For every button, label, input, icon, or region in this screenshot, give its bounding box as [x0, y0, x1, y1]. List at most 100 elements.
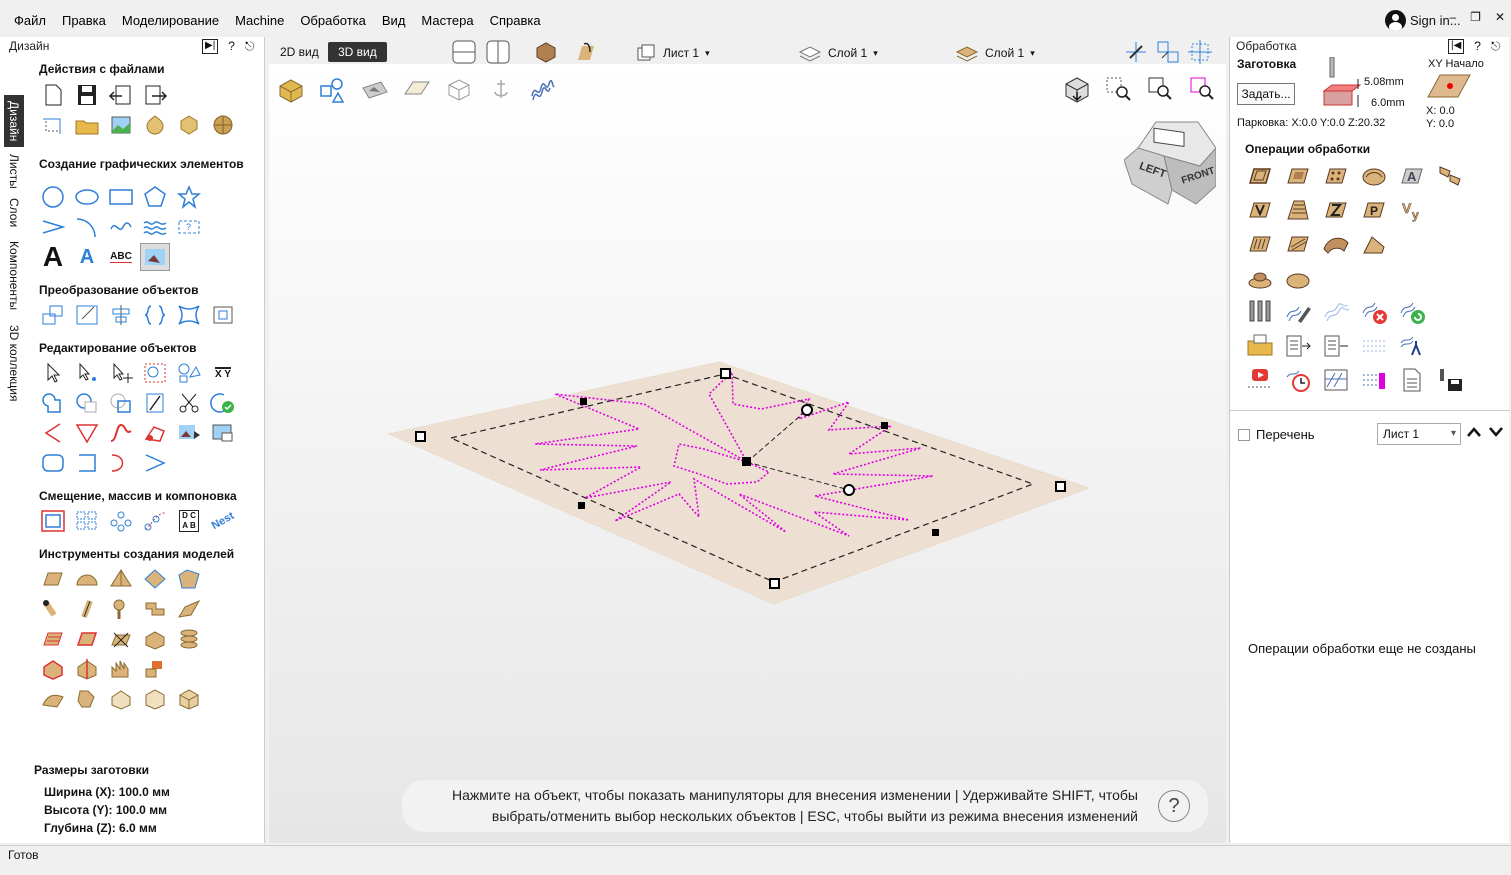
pin-icon[interactable]: ⎋ [1491, 39, 1501, 54]
circular-array-icon[interactable] [106, 507, 136, 535]
move-down-icon[interactable] [1488, 425, 1504, 442]
handle-corner[interactable] [769, 578, 780, 589]
export-icon[interactable] [140, 81, 170, 109]
save-icon[interactable] [72, 81, 102, 109]
component-icon[interactable] [140, 625, 170, 653]
sweep-icon[interactable] [72, 595, 102, 623]
offset-icon[interactable] [38, 507, 68, 535]
new-file-icon[interactable] [38, 81, 68, 109]
label-icon[interactable]: D C A B [174, 507, 204, 535]
array-icon[interactable] [72, 507, 102, 535]
tab-3d-view[interactable]: 3D вид [328, 42, 387, 62]
toolpath-template-icon[interactable] [1320, 297, 1352, 327]
mirror-icon[interactable] [140, 301, 170, 329]
menu-machine[interactable]: Machine [227, 8, 292, 34]
split-horizontal-icon[interactable] [452, 40, 476, 67]
collapse-icon[interactable]: ▶| [202, 39, 219, 54]
intersect-icon[interactable] [106, 389, 136, 417]
cube-model-icon[interactable] [140, 685, 170, 713]
3d-scene[interactable] [269, 64, 1226, 764]
create-prism-icon[interactable] [140, 565, 170, 593]
minimize-icon[interactable]: – [1449, 10, 1456, 24]
handle-edge[interactable] [580, 398, 587, 405]
3d-viewport[interactable]: LEFT FRONT Нажмите на объект, чтобы пока… [269, 64, 1226, 843]
chevron-icon[interactable] [140, 449, 170, 477]
create-pyramid-icon[interactable] [106, 565, 136, 593]
menu-help[interactable]: Справка [482, 8, 549, 34]
align-icon[interactable] [106, 301, 136, 329]
star-icon[interactable] [174, 183, 204, 211]
curve-icon[interactable] [106, 213, 136, 241]
guide-icon[interactable] [1188, 40, 1212, 67]
vcarve-text-icon[interactable]: A [1396, 161, 1428, 191]
preview-toolpath-icon[interactable] [1244, 365, 1276, 395]
tab-components[interactable]: Компоненты [4, 235, 24, 317]
flame-icon[interactable] [106, 655, 136, 683]
snap-icon[interactable] [1124, 40, 1148, 67]
help-icon[interactable]: ? [1474, 39, 1481, 54]
set-stock-button[interactable]: Задать... [1237, 83, 1295, 105]
polygon-icon[interactable] [140, 183, 170, 211]
wave-icon[interactable] [140, 213, 170, 241]
profile-toolpath-icon[interactable] [1244, 161, 1276, 191]
weld-icon[interactable] [38, 389, 68, 417]
transform-select-icon[interactable] [106, 359, 136, 387]
edit-toolpath-icon[interactable] [1282, 297, 1314, 327]
merge-toolpaths-icon[interactable] [1282, 331, 1314, 361]
menu-view[interactable]: Вид [374, 8, 414, 34]
3d-finish-icon[interactable] [1244, 263, 1276, 293]
menu-file[interactable]: Файл [6, 8, 54, 34]
layer-dropdown-1[interactable]: Слой 1 ▾ [798, 44, 878, 62]
menu-edit[interactable]: Правка [54, 8, 114, 34]
menu-toolpaths[interactable]: Обработка [292, 8, 374, 34]
scale-icon[interactable] [72, 301, 102, 329]
tool-database-icon[interactable] [1244, 297, 1276, 327]
emboss-icon[interactable] [38, 655, 68, 683]
text-on-curve-icon[interactable]: ABC [106, 243, 136, 271]
menu-modeling[interactable]: Моделирование [114, 8, 227, 34]
image-edit-icon[interactable] [208, 419, 238, 447]
pin-icon[interactable]: ⎋ [245, 39, 255, 54]
fillet-icon[interactable] [38, 419, 68, 447]
sculpt-icon[interactable] [174, 595, 204, 623]
image-trace-icon[interactable] [140, 243, 170, 271]
import-component-icon[interactable] [174, 111, 204, 139]
toolpath-time-icon[interactable] [1282, 365, 1314, 395]
handle-rotate[interactable] [843, 484, 855, 496]
text-icon[interactable]: A [38, 241, 68, 272]
create-dome-icon[interactable] [72, 565, 102, 593]
handle-corner[interactable] [1055, 481, 1066, 492]
vector-texture-icon[interactable] [174, 419, 204, 447]
handle-edge[interactable] [578, 502, 585, 509]
tab-design[interactable]: Дизайн [4, 95, 24, 147]
extend-icon[interactable] [106, 449, 136, 477]
open-templates-icon[interactable] [1244, 331, 1276, 361]
create-bevel-icon[interactable] [174, 565, 204, 593]
toolpath-merge-icon[interactable] [1396, 331, 1428, 361]
nest-toolpaths-icon[interactable] [1320, 365, 1352, 395]
pocket-toolpath-icon[interactable] [1282, 161, 1314, 191]
handle-corner[interactable] [415, 431, 426, 442]
3d-rough-icon[interactable] [1358, 229, 1390, 259]
drilling-toolpath-icon[interactable] [1320, 161, 1352, 191]
handle-rotate[interactable] [801, 404, 813, 416]
two-rail-icon[interactable] [140, 595, 170, 623]
quick-engrave-icon[interactable]: P [1358, 195, 1390, 225]
rotary-toolpath-icon[interactable] [1320, 229, 1352, 259]
wrap-icon[interactable] [38, 685, 68, 713]
handle-center[interactable] [742, 457, 751, 466]
interactive-select-icon[interactable] [140, 359, 170, 387]
import-icon[interactable] [106, 81, 136, 109]
texture-icon[interactable] [38, 625, 68, 653]
tab-3d-collection[interactable]: 3D коллекция [4, 321, 24, 405]
texture-toolpath-icon[interactable] [1244, 229, 1276, 259]
spin-icon[interactable] [106, 595, 136, 623]
extrude-icon[interactable] [38, 595, 68, 623]
slice-icon[interactable] [72, 655, 102, 683]
toolpath-pattern-icon[interactable] [1358, 331, 1390, 361]
trim-icon[interactable] [140, 389, 170, 417]
nesting-icon[interactable]: Nest [208, 507, 238, 535]
setup-sheet-icon[interactable] [1396, 365, 1428, 395]
texture-area-icon[interactable] [72, 625, 102, 653]
polyline-icon[interactable] [38, 213, 68, 241]
